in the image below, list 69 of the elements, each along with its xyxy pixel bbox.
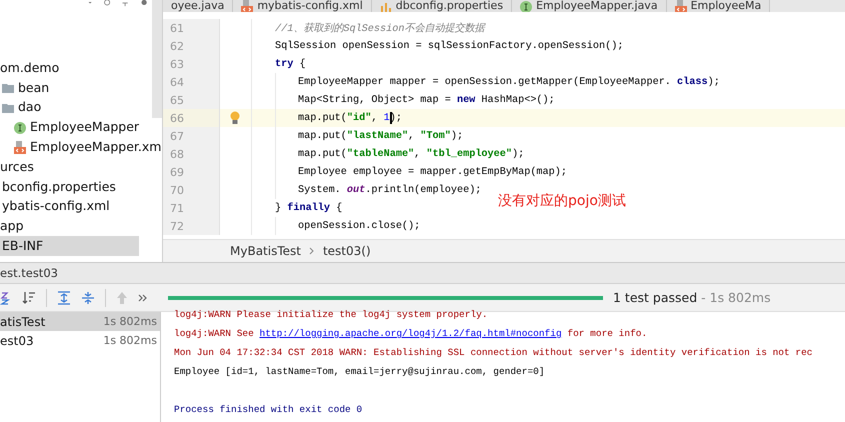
console-line: log4j:WARN Please initialize the log4j system properly. <box>174 309 488 320</box>
line-number: 61 <box>170 22 184 34</box>
line-number: 62 <box>170 40 184 52</box>
scrollbar[interactable] <box>152 0 162 118</box>
console-line: log4j:WARN See http://logging.apache.org/log4j/1.2/faq.html#noconfig for more info. <box>174 328 648 339</box>
chevron-icon <box>308 247 315 255</box>
interface-icon <box>520 0 532 12</box>
code-line: SqlSession openSession = sqlSessionFactory.openSession(); <box>275 40 624 52</box>
breadcrumb-item[interactable]: MyBatisTest <box>230 244 301 258</box>
xml-file-icon <box>241 0 254 12</box>
sort-alpha-icon[interactable] <box>0 290 12 304</box>
line-number: 63 <box>170 58 184 70</box>
code-line: //1、获取到的SqlSession不会自动提交数据 <box>275 22 484 35</box>
tree-item[interactable]: app <box>0 218 24 234</box>
console-line: Process finished with exit code 0 <box>174 404 362 415</box>
tree-item[interactable]: EmployeeMapper <box>30 119 140 136</box>
tree-item[interactable]: bean <box>18 80 50 96</box>
code-line: Map<String, Object> map = new HashMap<>(); <box>298 94 555 106</box>
collapse-all-icon[interactable] <box>81 290 95 304</box>
editor-tab[interactable]: EmployeeMa <box>666 0 770 12</box>
console-line: Mon Jun 04 17:32:34 CST 2018 WARN: Establishing SSL connection without server's identity verification is not rec <box>174 347 813 358</box>
tree-item[interactable]: EB-INF <box>2 238 44 254</box>
editor-tab[interactable]: dbconfig.properties <box>372 0 512 12</box>
code-line: try { <box>275 58 306 70</box>
code-line: map.put("lastName", "Tom"); <box>298 130 464 142</box>
editor-tab[interactable]: mybatis-config.xml <box>233 0 372 12</box>
line-number: 70 <box>170 184 184 196</box>
target-icon[interactable] <box>104 0 110 8</box>
line-number: 65 <box>170 94 184 106</box>
interface-icon <box>14 120 26 134</box>
folder-icon <box>2 81 14 94</box>
code-line: Employee employee = mapper.getEmpByMap(map); <box>298 166 567 178</box>
code-line: openSession.close(); <box>298 220 420 232</box>
line-number: 69 <box>170 166 184 178</box>
xml-file-icon <box>14 140 26 154</box>
tree-item[interactable]: urces <box>0 158 34 175</box>
code-line: map.put("id", 1); <box>298 112 402 124</box>
code-line: System. out.println(employee); <box>298 184 482 196</box>
xml-file-icon <box>674 0 687 12</box>
breadcrumb-item[interactable]: test03() <box>322 244 371 258</box>
line-number: 71 <box>170 202 184 214</box>
console-link[interactable]: http://logging.apache.org/log4j/1.2/faq.html#noconfig <box>260 328 562 339</box>
test-row[interactable]: est03 1s 802ms <box>0 331 160 350</box>
console-line: Employee [id=1, lastName=Tom, email=jerry@sujinrau.com, gender=0] <box>174 366 545 377</box>
line-number: 72 <box>170 220 184 232</box>
tree-row[interactable]: EB-INF <box>0 236 139 256</box>
editor-tab[interactable]: oyee.java <box>163 0 234 12</box>
line-number: 64 <box>170 76 184 88</box>
sort-duration-icon[interactable] <box>22 290 36 304</box>
line-number: 66 <box>170 112 184 124</box>
line-number: 68 <box>170 148 184 160</box>
tree-item[interactable]: om.demo <box>0 60 60 76</box>
tree-item[interactable]: dao <box>18 99 42 116</box>
test-row[interactable]: atisTest 1s 802ms <box>0 312 160 331</box>
code-line: EmployeeMapper mapper = openSession.getMapper(EmployeeMapper. class); <box>298 76 720 88</box>
expand-all-icon[interactable] <box>57 290 71 304</box>
test-status: 1 test passed - 1s 802ms <box>613 290 771 305</box>
annotation-text: 没有对应的pojo测试 <box>498 192 626 210</box>
line-number: 67 <box>170 130 184 142</box>
code-line: map.put("tableName", "tbl_employee"); <box>298 148 524 160</box>
code-line: } finally { <box>275 202 342 214</box>
panel-title: est.test03 <box>0 266 58 280</box>
tree-item[interactable]: ybatis-config.xml <box>2 198 110 214</box>
caret-icon[interactable] <box>88 0 92 6</box>
tree-item[interactable]: EmployeeMapper.xml <box>30 139 162 156</box>
lightbulb-icon[interactable] <box>230 111 240 125</box>
chart-file-icon <box>380 0 392 12</box>
editor-tab[interactable]: EmployeeMapper.java <box>512 0 667 12</box>
tree-item[interactable]: bconfig.properties <box>2 178 116 195</box>
